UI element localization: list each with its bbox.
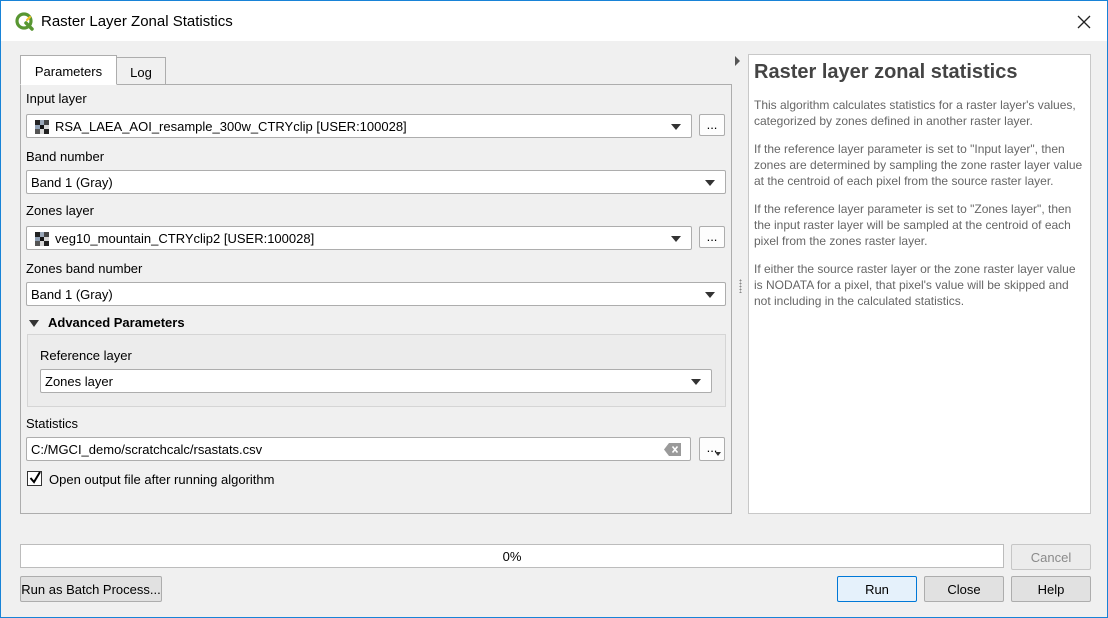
run-as-batch-button[interactable]: Run as Batch Process... [20, 576, 162, 602]
zones-layer-browse-button[interactable]: ... [699, 226, 725, 248]
band-number-label: Band number [26, 149, 105, 164]
reference-layer-label: Reference layer [40, 348, 132, 363]
input-layer-browse-button[interactable]: ... [699, 114, 725, 136]
band-number-combo[interactable]: Band 1 (Gray) [26, 170, 726, 194]
close-button[interactable]: Close [924, 576, 1004, 602]
open-output-label: Open output file after running algorithm [49, 472, 275, 487]
zones-band-number-value: Band 1 (Gray) [31, 287, 113, 302]
help-body: This algorithm calculates statistics for… [754, 97, 1086, 321]
input-layer-value: RSA_LAEA_AOI_resample_300w_CTRYclip [USE… [55, 119, 407, 134]
raster-layer-icon [35, 120, 49, 134]
clear-field-icon[interactable] [664, 443, 682, 456]
zones-layer-label: Zones layer [26, 203, 94, 218]
help-panel: Raster layer zonal statistics This algor… [748, 54, 1091, 514]
help-paragraph: If the reference layer parameter is set … [754, 142, 1083, 188]
reference-layer-value: Zones layer [45, 374, 113, 389]
help-title: Raster layer zonal statistics [754, 61, 1018, 83]
qgis-logo-icon [15, 12, 34, 31]
progress-bar: 0% [20, 544, 1004, 568]
help-paragraph: If the reference layer parameter is set … [754, 202, 1072, 248]
chevron-down-icon [705, 292, 715, 298]
input-layer-combo[interactable]: RSA_LAEA_AOI_resample_300w_CTRYclip [USE… [26, 114, 692, 138]
chevron-down-icon [705, 180, 715, 186]
run-button[interactable]: Run [837, 576, 917, 602]
window-title: Raster Layer Zonal Statistics [41, 13, 233, 30]
statistics-browse-button[interactable]: ... [699, 437, 725, 461]
tab-parameters[interactable]: Parameters [20, 55, 117, 85]
statistics-label: Statistics [26, 416, 79, 431]
tab-log-label: Log [130, 65, 152, 80]
statistics-output-value: C:/MGCI_demo/scratchcalc/rsastats.csv [31, 442, 263, 457]
zones-layer-combo[interactable]: veg10_mountain_CTRYclip2 [USER:100028] [26, 226, 692, 250]
tab-log[interactable]: Log [116, 57, 166, 85]
chevron-down-icon [671, 236, 681, 242]
help-button[interactable]: Help [1011, 576, 1091, 602]
statistics-output-field[interactable]: C:/MGCI_demo/scratchcalc/rsastats.csv [26, 437, 691, 461]
band-number-value: Band 1 (Gray) [31, 175, 113, 190]
advanced-parameters-header[interactable]: Advanced Parameters [48, 315, 185, 330]
chevron-down-icon [715, 452, 721, 456]
dialog-window: Raster Layer Zonal Statistics Parameters… [0, 0, 1108, 618]
progress-text: 0% [502, 549, 522, 564]
help-paragraph: This algorithm calculates statistics for… [754, 98, 1076, 128]
collapse-triangle-icon[interactable] [29, 320, 39, 327]
title-bar: Raster Layer Zonal Statistics [1, 1, 1107, 41]
cancel-button[interactable]: Cancel [1011, 544, 1091, 570]
open-output-checkbox[interactable] [27, 471, 42, 486]
help-paragraph: If either the source raster layer or the… [754, 262, 1076, 308]
checkmark-icon [29, 471, 41, 484]
reference-layer-combo[interactable]: Zones layer [40, 369, 712, 393]
close-icon[interactable] [1071, 9, 1097, 35]
tab-parameters-label: Parameters [34, 64, 103, 79]
input-layer-label: Input layer [26, 91, 87, 106]
splitter-handle[interactable] [739, 279, 742, 293]
zones-layer-value: veg10_mountain_CTRYclip2 [USER:100028] [55, 231, 315, 246]
chevron-down-icon [671, 124, 681, 130]
chevron-down-icon [691, 379, 701, 385]
raster-layer-icon [35, 232, 49, 246]
zones-band-number-combo[interactable]: Band 1 (Gray) [26, 282, 726, 306]
zones-band-number-label: Zones band number [26, 261, 143, 276]
collapse-help-arrow-icon[interactable] [735, 56, 740, 66]
